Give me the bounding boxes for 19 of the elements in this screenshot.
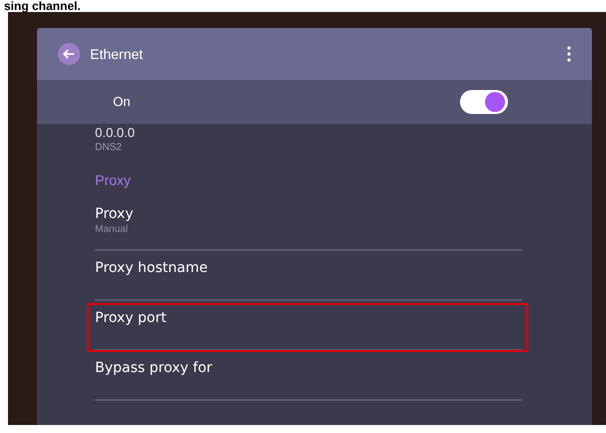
setting-title: Proxy hostname: [95, 259, 209, 277]
section-header: Proxy: [95, 171, 132, 189]
setting-item[interactable]: Bypass proxy for: [95, 351, 522, 399]
setting-item[interactable]: Proxy hostname: [95, 251, 522, 299]
window-title: Ethernet: [90, 44, 144, 64]
setting-summary: Manual: [95, 223, 129, 237]
back-arrow-icon: [63, 49, 75, 59]
setting-item[interactable]: Proxy port: [95, 301, 522, 349]
more-options-icon[interactable]: [567, 46, 571, 62]
setting-item[interactable]: Proxy Manual: [95, 197, 522, 249]
toggle-switch[interactable]: [460, 90, 508, 114]
setting-title: Proxy: [95, 205, 134, 223]
setting-title: Bypass proxy for: [95, 359, 214, 377]
caption-text: sing channel.: [4, 0, 81, 12]
back-button[interactable]: [58, 43, 80, 65]
setting-title: Proxy port: [95, 309, 168, 327]
switch-label: On: [113, 93, 132, 112]
dns-label: DNS2: [95, 141, 123, 155]
dns-value: 0.0.0.0: [95, 125, 136, 141]
